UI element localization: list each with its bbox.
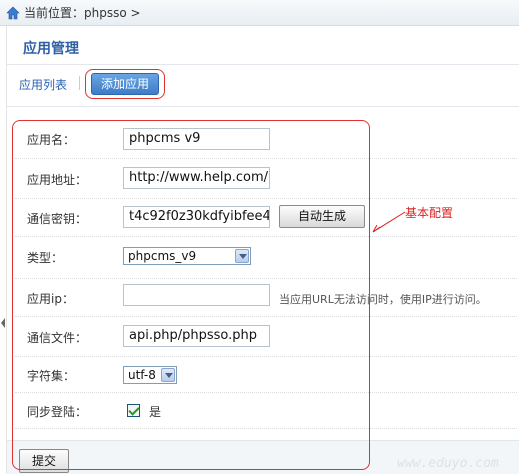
breadcrumb-prefix: 当前位置： [24, 6, 85, 20]
annotation-arrow-icon [372, 211, 406, 233]
breadcrumb-path[interactable]: phpsso > [84, 6, 141, 20]
tab-add-app[interactable]: 添加应用 [91, 73, 159, 95]
tab-app-list[interactable]: 应用列表 [19, 76, 67, 93]
main-content: 应用管理 应用列表 添加应用 应用名： phpcms v9 应用地址： http… [6, 26, 519, 474]
watermark: www.eduyo.com [397, 456, 499, 471]
tabs-row: 应用列表 添加应用 [7, 68, 519, 106]
divider [7, 64, 519, 65]
annotation-label: 基本配置 [405, 206, 454, 220]
page-title: 应用管理 [23, 41, 79, 57]
highlight-frame [12, 120, 370, 470]
divider [7, 106, 519, 107]
tab-separator [79, 76, 80, 90]
breadcrumb: 当前位置： phpsso > [0, 0, 519, 26]
home-icon[interactable] [6, 6, 20, 20]
